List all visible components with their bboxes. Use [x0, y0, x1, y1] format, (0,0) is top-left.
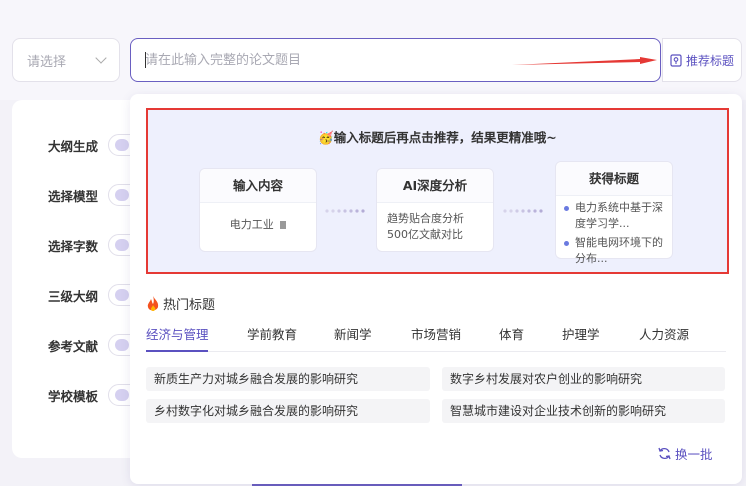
step-result-list: 电力系统中基于深度学习学... 智能电网环境下的分布...: [556, 196, 672, 274]
setting-control-model[interactable]: [108, 184, 132, 206]
category-tabs: 经济与管理 学前教育 新闻学 市场营销 体育 护理学 人力资源: [146, 322, 726, 352]
setting-label-wordcount: 选择字数: [48, 239, 99, 254]
step-text: 电力工业: [200, 203, 316, 241]
text-caret: [145, 52, 146, 68]
recommend-title-label: 推荐标题: [685, 53, 734, 68]
flow-dots-icon: [503, 209, 543, 213]
list-item: 智能电网环境下的分布...: [564, 235, 664, 267]
recommend-icon: [670, 53, 682, 67]
tab-sports[interactable]: 体育: [499, 324, 524, 343]
refresh-icon: [658, 447, 671, 460]
step-input-card: 输入内容 电力工业: [199, 168, 317, 252]
step-analysis-card: AI深度分析 趋势贴合度分析500亿文献对比: [376, 168, 494, 252]
list-item: 电力系统中基于深度学习学...: [564, 200, 664, 232]
topic-item[interactable]: 新质生产力对城乡融合发展的影响研究: [146, 367, 430, 391]
topic-item[interactable]: 智慧城市建设对企业技术创新的影响研究: [442, 399, 725, 423]
step-text: 趋势贴合度分析500亿文献对比: [387, 212, 464, 241]
category-select[interactable]: 请选择: [12, 38, 120, 82]
tip-title: 🥳输入标题后再点击推荐，结果更精准哦~: [318, 130, 557, 145]
topic-item[interactable]: 数字乡村发展对农户创业的影响研究: [442, 367, 725, 391]
setting-label-model: 选择模型: [48, 189, 99, 204]
setting-label-template: 学校模板: [48, 389, 99, 404]
hot-titles-heading: 热门标题: [146, 294, 215, 313]
setting-control-wordcount[interactable]: [108, 234, 132, 256]
tab-economics[interactable]: 经济与管理: [146, 324, 209, 343]
setting-label-outline: 大纲生成: [48, 139, 99, 154]
category-select-placeholder: 请选择: [27, 54, 67, 70]
topic-item[interactable]: 乡村数字化对城乡融合发展的影响研究: [146, 399, 430, 423]
step-title: 获得标题: [556, 162, 672, 196]
setting-label-references: 参考文献: [48, 339, 99, 354]
tab-preschool[interactable]: 学前教育: [247, 324, 297, 343]
refresh-button[interactable]: 换一批: [658, 444, 713, 463]
step-title: AI深度分析: [377, 169, 493, 203]
fire-icon: [147, 295, 159, 311]
recommend-title-button[interactable]: 推荐标题: [662, 38, 742, 82]
arrow-annotation-icon: [512, 57, 657, 65]
tab-hr[interactable]: 人力资源: [639, 324, 689, 343]
setting-label-level3: 三级大纲: [48, 289, 99, 304]
tab-nursing[interactable]: 护理学: [562, 324, 600, 343]
setting-control-outline[interactable]: [108, 134, 132, 156]
party-emoji-icon: 🥳: [318, 130, 334, 145]
flow-dots-icon: [325, 209, 365, 213]
active-tab-indicator: [146, 350, 208, 352]
step-title: 输入内容: [200, 169, 316, 203]
tab-marketing[interactable]: 市场营销: [411, 324, 461, 343]
setting-control-template[interactable]: [108, 384, 132, 406]
setting-control-references[interactable]: [108, 334, 132, 356]
setting-control-level3[interactable]: [108, 284, 132, 306]
tab-journalism[interactable]: 新闻学: [334, 324, 372, 343]
cursor-icon: [280, 221, 287, 229]
step-result-card: 获得标题 电力系统中基于深度学习学... 智能电网环境下的分布...: [555, 161, 673, 265]
chevron-down-icon: [95, 52, 107, 64]
